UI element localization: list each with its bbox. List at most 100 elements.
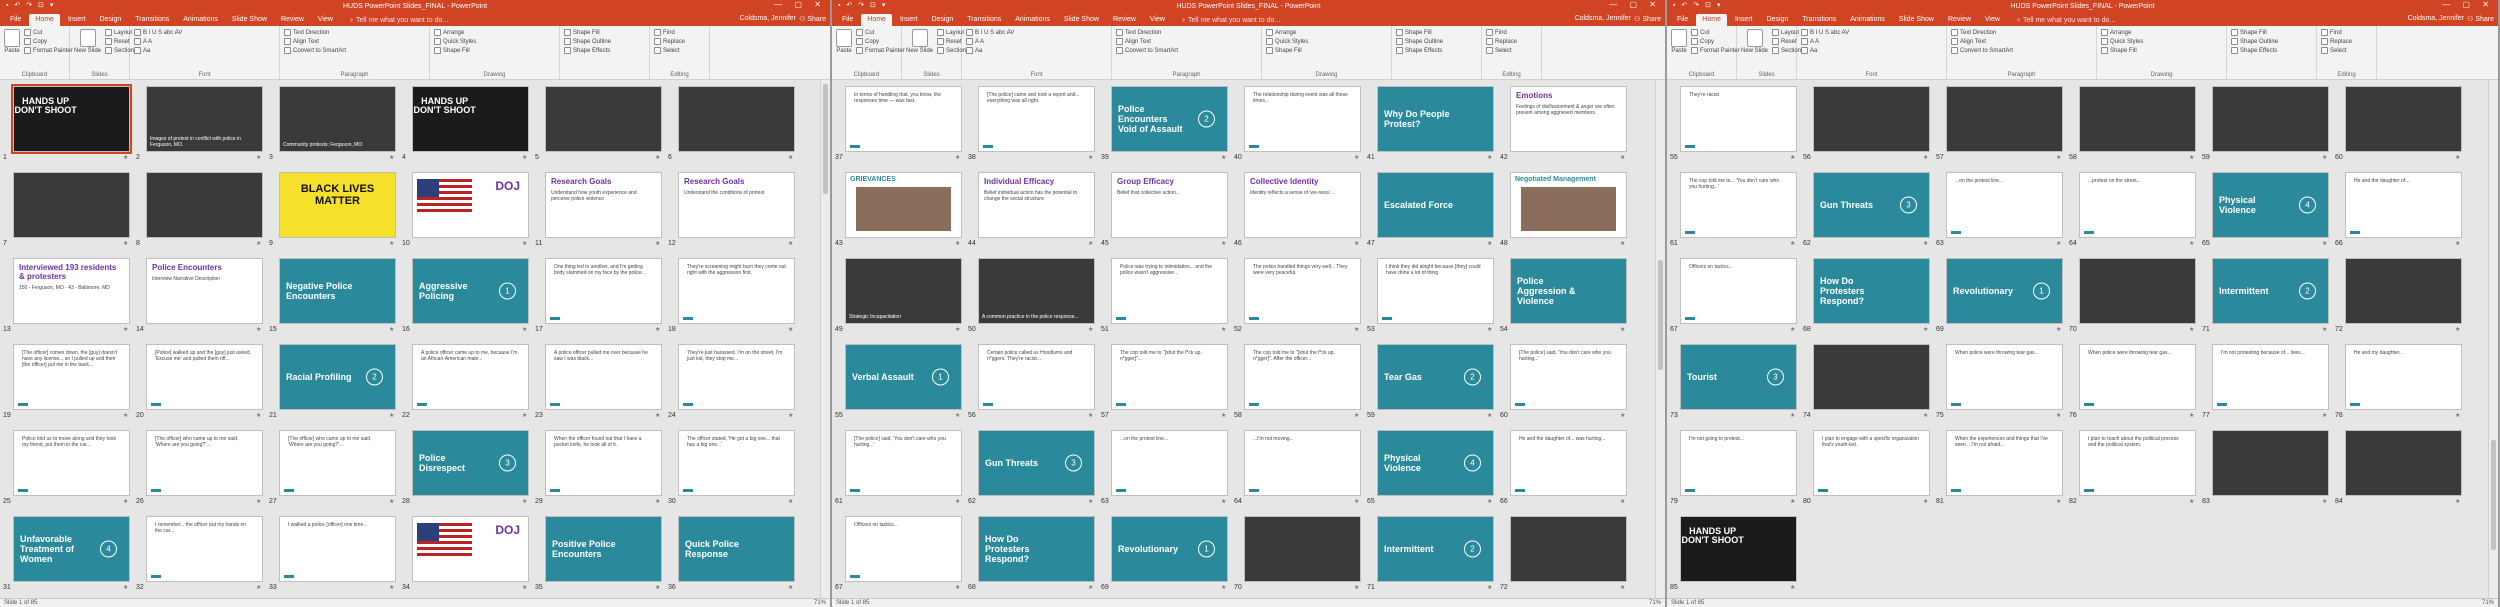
slide-thumbnail[interactable]: [1510, 516, 1627, 582]
quick-access-toolbar[interactable]: ▪ ↶ ↷ ⊡ ▾: [6, 1, 55, 9]
tab-file[interactable]: File: [1671, 14, 1694, 26]
tab-review[interactable]: Review: [1107, 14, 1142, 26]
slide-thumbnail[interactable]: [545, 86, 662, 152]
tab-review[interactable]: Review: [1942, 14, 1977, 26]
slide-thumbnail[interactable]: Intermittent 2: [1377, 516, 1494, 582]
slide-thumbnail[interactable]: Positive Police Encounters: [545, 516, 662, 582]
convert-to-smartart-button[interactable]: Convert to SmartArt: [284, 47, 425, 54]
user-name[interactable]: Coldsma, Jennifer: [740, 15, 796, 22]
slide-thumbnail[interactable]: [The officer] who came up to me said, 'W…: [146, 430, 263, 496]
slide-thumbnail[interactable]: Racial Profiling 2: [279, 344, 396, 410]
slide-thumbnail[interactable]: Police Disrespect 3: [412, 430, 529, 496]
slide-thumbnail[interactable]: Certain police called us Hoodlums and n*…: [978, 344, 1095, 410]
slide-thumbnail[interactable]: A police officer came up to me, because …: [412, 344, 529, 410]
tab-design[interactable]: Design: [1760, 14, 1794, 26]
slide-thumbnail[interactable]: [678, 86, 795, 152]
slide-thumbnail[interactable]: [146, 172, 263, 238]
slide-thumbnail[interactable]: I'm not protesting because of... lives..…: [2212, 344, 2329, 410]
slide-thumbnail[interactable]: Tear Gas 2: [1377, 344, 1494, 410]
tab-home[interactable]: Home: [29, 14, 60, 26]
find-button[interactable]: Find: [654, 29, 705, 36]
cut-button[interactable]: Cut: [1691, 29, 1740, 36]
slide-thumbnail[interactable]: ...on the protest line...: [1946, 172, 2063, 238]
scrollbar-thumb[interactable]: [1658, 260, 1663, 370]
slide-thumbnail[interactable]: He and my daughter...: [2345, 344, 2462, 410]
slide-thumbnail[interactable]: [13, 172, 130, 238]
shape-fill-button[interactable]: Shape Fill: [2101, 47, 2222, 54]
slide-thumbnail[interactable]: DOJ: [412, 172, 529, 238]
slide-thumbnail[interactable]: [2079, 258, 2196, 324]
slide-thumbnail[interactable]: Community protests: Ferguson, MO: [279, 86, 396, 152]
aa-button[interactable]: Aa: [134, 47, 275, 54]
slide-thumbnail[interactable]: Physical Violence 4: [1377, 430, 1494, 496]
slide-thumbnail[interactable]: They're screaming might burn they come o…: [678, 258, 795, 324]
convert-to-smartart-button[interactable]: Convert to SmartArt: [1951, 47, 2092, 54]
slide-thumbnail[interactable]: ...protest on the street...: [2079, 172, 2196, 238]
slide-thumbnail[interactable]: Aggressive Policing 1: [412, 258, 529, 324]
tab-slide-show[interactable]: Slide Show: [226, 14, 273, 26]
slide-thumbnail[interactable]: [2345, 258, 2462, 324]
slide-thumbnail[interactable]: ...on the protest line...: [1111, 430, 1228, 496]
tab-file[interactable]: File: [836, 14, 859, 26]
slide-thumbnail[interactable]: Verbal Assault 1: [845, 344, 962, 410]
vertical-scrollbar[interactable]: [1655, 80, 1665, 598]
slide-thumbnail[interactable]: Intermittent 2: [2212, 258, 2329, 324]
slide-thumbnail[interactable]: How Do Protesters Respond?: [1813, 258, 1930, 324]
format-painter-button[interactable]: Format Painter: [856, 47, 905, 54]
zoom-level[interactable]: 71%: [1649, 600, 1661, 606]
b-i-u-s-abc-av-button[interactable]: B I U S abc AV: [966, 29, 1107, 36]
slide-thumbnail[interactable]: ...I'm not moving...: [1244, 430, 1361, 496]
tell-me-search[interactable]: ♀ Tell me what you want to do...: [341, 15, 456, 26]
shape-fill-button[interactable]: Shape Fill: [564, 29, 645, 36]
slide-thumbnail[interactable]: I plan to teach about the political proc…: [2079, 430, 2196, 496]
slide-thumbnail[interactable]: Tourist 3: [1680, 344, 1797, 410]
select-button[interactable]: Select: [1486, 47, 1537, 54]
format-painter-button[interactable]: Format Painter: [1691, 47, 1740, 54]
quick-access-toolbar[interactable]: ▪ ↶ ↷ ⊡ ▾: [1673, 1, 1722, 9]
window-controls[interactable]: — ▢ ✕: [2442, 0, 2494, 9]
tab-home[interactable]: Home: [861, 14, 892, 26]
slide-thumbnail[interactable]: I'm not going to protest...: [1680, 430, 1797, 496]
tab-animations[interactable]: Animations: [177, 14, 224, 26]
slide-thumbnail[interactable]: One thing led to another, and I'm gettin…: [545, 258, 662, 324]
b-i-u-s-abc-av-button[interactable]: B I U S abc AV: [134, 29, 275, 36]
slide-thumbnail[interactable]: Police Aggression & Violence: [1510, 258, 1627, 324]
slide-thumbnail[interactable]: Research Goals Understand the conditions …: [678, 172, 795, 238]
slide-thumbnail[interactable]: They're just harassed. I'm on the street…: [678, 344, 795, 410]
shape-fill-button[interactable]: Shape Fill: [2231, 29, 2312, 36]
user-name[interactable]: Coldsma, Jennifer: [2408, 15, 2464, 22]
align-text-button[interactable]: Align Text: [284, 38, 425, 45]
slide-thumbnail[interactable]: Quick Police Response: [678, 516, 795, 582]
slide-thumbnail[interactable]: He and the daughter of...: [2345, 172, 2462, 238]
slide-thumbnail[interactable]: [1946, 86, 2063, 152]
copy-button[interactable]: Copy: [856, 38, 905, 45]
slide-thumbnail[interactable]: Images of protest in conflict with polic…: [146, 86, 263, 152]
slide-thumbnail[interactable]: A common practice in the police response…: [978, 258, 1095, 324]
tell-me-search[interactable]: ♀ Tell me what you want to do...: [1173, 15, 1288, 26]
slide-thumbnail[interactable]: HANDS UP DON'T SHOOT: [1680, 516, 1797, 582]
vertical-scrollbar[interactable]: [820, 80, 830, 598]
tab-design[interactable]: Design: [93, 14, 127, 26]
shape-effects-button[interactable]: Shape Effects: [2231, 47, 2312, 54]
slide-thumbnail[interactable]: Revolutionary 1: [1946, 258, 2063, 324]
slide-thumbnail[interactable]: When the experiences and things that I'v…: [1946, 430, 2063, 496]
slide-thumbnail[interactable]: How Do Protesters Respond?: [978, 516, 1095, 582]
tab-slide-show[interactable]: Slide Show: [1058, 14, 1105, 26]
slide-thumbnail[interactable]: Police Encounters Void of Assault 2: [1111, 86, 1228, 152]
paste-button[interactable]: Paste: [836, 29, 852, 54]
b-i-u-s-abc-av-button[interactable]: B I U S abc AV: [1801, 29, 1942, 36]
shape-fill-button[interactable]: Shape Fill: [434, 47, 555, 54]
slide-thumbnail[interactable]: [Police] walked up and the [guy] just as…: [146, 344, 263, 410]
slide-thumbnail[interactable]: Physical Violence 4: [2212, 172, 2329, 238]
slide-thumbnail[interactable]: [2079, 86, 2196, 152]
slide-thumbnail[interactable]: Individual Efficacy Belief individual act…: [978, 172, 1095, 238]
scrollbar-thumb[interactable]: [2491, 440, 2496, 550]
replace-button[interactable]: Replace: [2321, 38, 2372, 45]
slide-thumbnail[interactable]: The officer stated, 'He got a big one...…: [678, 430, 795, 496]
tab-slide-show[interactable]: Slide Show: [1893, 14, 1940, 26]
aa-button[interactable]: Aa: [966, 47, 1107, 54]
window-controls[interactable]: — ▢ ✕: [1609, 0, 1661, 9]
slide-thumbnail[interactable]: Why Do People Protest?: [1377, 86, 1494, 152]
slide-thumbnail[interactable]: The relationship during event was all th…: [1244, 86, 1361, 152]
align-text-button[interactable]: Align Text: [1116, 38, 1257, 45]
